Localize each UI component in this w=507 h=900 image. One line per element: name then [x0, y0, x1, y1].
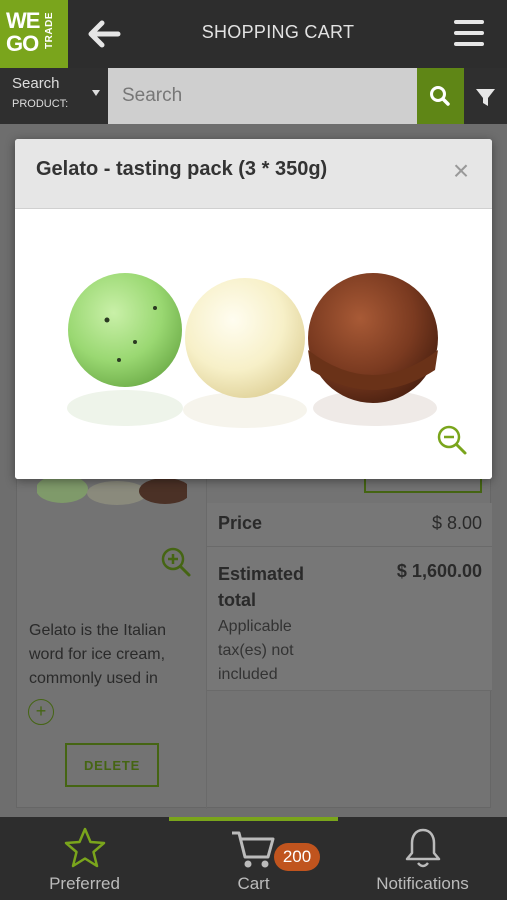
nav-notifications-label: Notifications — [376, 874, 469, 893]
close-icon[interactable]: × — [448, 157, 474, 185]
nav-preferred-label: Preferred — [49, 874, 120, 893]
logo-text-trade: TRADE — [44, 12, 55, 49]
price-label: Price — [218, 513, 263, 533]
logo-text-go: GO — [6, 31, 39, 56]
expand-description-button[interactable]: + — [28, 699, 54, 725]
nav-cart[interactable]: 200 Cart — [169, 817, 338, 900]
cart-icon — [231, 831, 274, 868]
page-title: SHOPPING CART — [201, 22, 355, 42]
product-description: Gelato is the Italian word for ice cream… — [29, 622, 166, 687]
estimated-total-row: Estimated total $ 1,600.00 Applicable ta… — [207, 547, 492, 691]
price-value: $ 8.00 — [431, 513, 482, 533]
arrow-left-icon — [88, 20, 121, 48]
price-row: Price $ 8.00 — [207, 503, 492, 547]
app-logo[interactable]: WE GO TRADE — [0, 0, 68, 68]
nav-cart-label: Cart — [237, 874, 270, 893]
cart-count-badge: 200 — [274, 843, 320, 871]
zoom-in-icon[interactable] — [159, 545, 193, 579]
filter-button[interactable] — [464, 68, 507, 124]
app-header: WE GO TRADE SHOPPING CART — [0, 0, 507, 68]
zoom-out-icon[interactable] — [435, 423, 469, 457]
search-input[interactable] — [108, 68, 417, 124]
search-bar: Search PRODUCT: — [0, 68, 507, 124]
hamburger-icon — [454, 20, 484, 46]
modal-header: Gelato - tasting pack (3 * 350g) × — [15, 139, 492, 209]
nav-notifications[interactable]: Notifications — [338, 817, 507, 900]
search-type-select[interactable]: Search PRODUCT: — [0, 68, 108, 124]
filter-icon — [476, 89, 495, 106]
product-image — [15, 210, 492, 479]
back-button[interactable] — [84, 14, 124, 54]
search-button[interactable] — [417, 68, 464, 124]
logo-text-we: WE — [6, 8, 40, 33]
tax-note: Applicable tax(es) not included — [218, 618, 294, 683]
nav-preferred[interactable]: Preferred — [0, 817, 169, 900]
bottom-navigation: Preferred 200 Cart Notifications — [0, 817, 507, 900]
modal-title: Gelato - tasting pack (3 * 350g) — [36, 158, 328, 180]
search-type-label: Search — [12, 75, 60, 92]
search-icon — [430, 86, 450, 106]
estimated-total-label: Estimated total — [218, 564, 305, 610]
star-icon — [64, 827, 105, 868]
menu-button[interactable] — [450, 16, 490, 52]
delete-button[interactable]: DELETE — [65, 743, 159, 787]
product-image-modal: Gelato - tasting pack (3 * 350g) × — [15, 139, 492, 479]
bell-icon — [405, 828, 440, 868]
caret-down-icon — [92, 90, 100, 96]
search-type-value: PRODUCT: — [12, 98, 69, 110]
estimated-total-value: $ 1,600.00 — [396, 561, 482, 581]
